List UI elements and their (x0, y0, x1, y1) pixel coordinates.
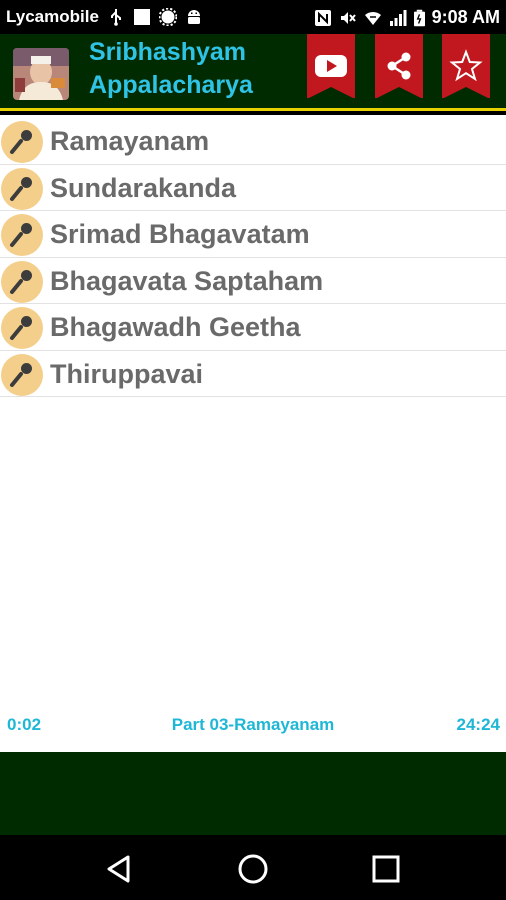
total-time: 24:24 (456, 715, 500, 734)
content-area: Ramayanam Sundarakanda Srimad Bhagavatam… (0, 115, 506, 752)
app-title-line1: Sribhashyam (89, 38, 247, 66)
list-item[interactable]: Bhagavata Saptaham (0, 258, 506, 304)
app-bar: Sribhashyam Appalacharya (0, 34, 506, 108)
track-title[interactable]: Part 03-Ramayanam (0, 715, 506, 735)
list-item[interactable]: Sundarakanda (0, 165, 506, 211)
list-item-label: Srimad Bhagavatam (50, 219, 310, 249)
android-icon (187, 10, 200, 24)
back-icon[interactable] (99, 849, 139, 889)
carrier-name: Lycamobile (6, 7, 99, 26)
list-item[interactable]: Bhagawadh Geetha (0, 304, 506, 351)
share-icon (387, 52, 411, 80)
app-bar-divider (0, 108, 506, 115)
usb-icon (110, 9, 121, 26)
nfc-icon (314, 9, 331, 26)
app-title: Sribhashyam Appalacharya (89, 36, 289, 102)
signal-icon (389, 9, 407, 26)
avatar[interactable] (13, 48, 69, 100)
wifi-icon (364, 11, 381, 25)
gear-notification-icon (158, 8, 177, 26)
star-icon (449, 49, 483, 82)
clock: 9:08 AM (431, 7, 500, 27)
favorite-button[interactable] (442, 34, 490, 99)
microphone-icon (1, 260, 43, 303)
status-right: 9:08 AM (314, 7, 500, 28)
list-item-label: Ramayanam (50, 126, 210, 156)
share-button[interactable] (375, 34, 423, 99)
status-left: Lycamobile (6, 7, 203, 27)
microphone-icon (1, 214, 43, 256)
youtube-icon (315, 55, 347, 77)
player-controls-panel (0, 752, 506, 835)
home-icon[interactable] (233, 849, 273, 889)
mute-icon (340, 11, 356, 24)
list-item-label: Bhagawadh Geetha (50, 312, 301, 342)
microphone-icon (1, 307, 43, 349)
list-item-label: Sundarakanda (50, 172, 237, 203)
youtube-button[interactable] (307, 34, 355, 99)
list-item[interactable]: Srimad Bhagavatam (0, 211, 506, 258)
list-item[interactable]: Thiruppavai (0, 351, 506, 397)
recents-icon[interactable] (366, 849, 406, 889)
list-item-label: Thiruppavai (50, 358, 204, 389)
status-bar: Lycamobile 9:08 AM (0, 0, 506, 34)
square-notification-icon (133, 9, 150, 25)
list-item[interactable]: Ramayanam (0, 118, 506, 165)
list-item-label: Bhagavata Saptaham (50, 265, 324, 296)
app-title-line2: Appalacharya (89, 71, 253, 99)
navigation-bar (0, 835, 506, 900)
microphone-icon (1, 167, 43, 210)
player-info: 0:02 Part 03-Ramayanam 24:24 (0, 711, 506, 741)
microphone-icon (1, 353, 43, 396)
battery-icon (413, 9, 425, 26)
microphone-icon (1, 121, 43, 163)
album-list: Ramayanam Sundarakanda Srimad Bhagavatam… (0, 118, 506, 397)
